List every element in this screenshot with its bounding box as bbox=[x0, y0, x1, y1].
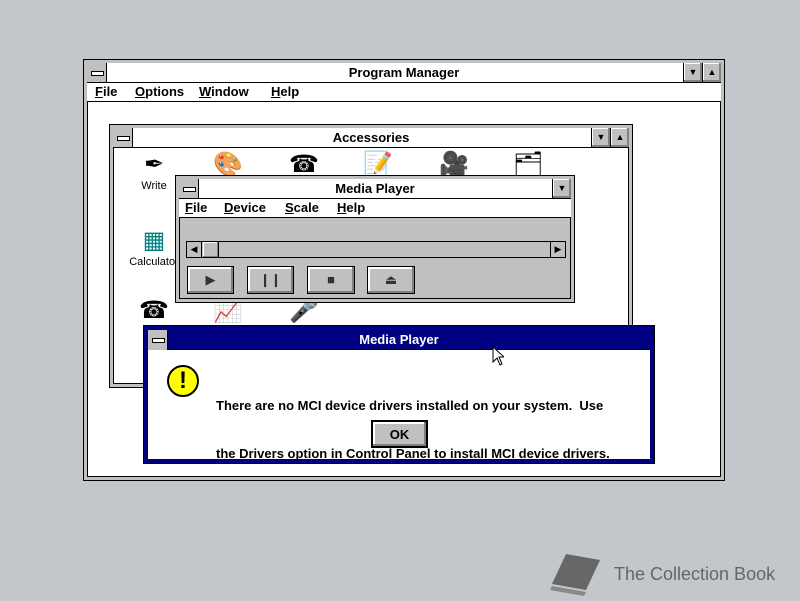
pause-button[interactable]: ❙❙ bbox=[247, 266, 294, 294]
menu-file[interactable]: File bbox=[185, 199, 207, 217]
menu-scale[interactable]: Scale bbox=[285, 199, 319, 217]
dialog-titlebar[interactable]: Media Player bbox=[148, 330, 650, 350]
menu-help[interactable]: Help bbox=[271, 83, 299, 101]
play-icon: ▶ bbox=[205, 272, 216, 287]
program-manager-menubar: File Options Window Help bbox=[87, 83, 721, 102]
eject-button[interactable]: ⏏ bbox=[367, 266, 415, 294]
accessories-title: Accessories bbox=[332, 130, 410, 145]
stop-icon: ■ bbox=[327, 272, 335, 287]
mouse-cursor-icon bbox=[492, 345, 506, 369]
book-logo-icon bbox=[548, 552, 602, 601]
scroll-thumb[interactable] bbox=[203, 242, 219, 257]
icon-label: Calculator bbox=[129, 256, 179, 268]
scroll-right-arrow-icon[interactable]: ▶ bbox=[550, 242, 565, 257]
pause-icon: ❙❙ bbox=[259, 272, 282, 287]
scroll-left-arrow-icon[interactable]: ◀ bbox=[187, 242, 202, 257]
media-player-titlebar[interactable]: Media Player ▼ bbox=[179, 179, 571, 199]
message-line-2: the Drivers option in Control Panel to i… bbox=[216, 446, 610, 461]
system-menu-icon[interactable] bbox=[148, 330, 168, 350]
icon-label: Write bbox=[141, 180, 167, 192]
system-menu-icon[interactable] bbox=[179, 179, 199, 198]
menu-device[interactable]: Device bbox=[224, 199, 266, 217]
minimize-icon[interactable]: ▼ bbox=[552, 179, 571, 198]
exclamation-icon: ! bbox=[167, 365, 199, 397]
menu-options[interactable]: Options bbox=[135, 83, 184, 101]
ok-button[interactable]: OK bbox=[371, 420, 428, 448]
calculator-glyph: ▦ bbox=[142, 227, 166, 254]
watermark-text: The Collection Book bbox=[614, 564, 776, 584]
stop-button[interactable]: ■ bbox=[307, 266, 355, 294]
minimize-icon[interactable]: ▼ bbox=[591, 128, 610, 147]
write-glyph: ✒ bbox=[143, 151, 165, 178]
menu-file[interactable]: File bbox=[95, 83, 117, 101]
program-manager-title: Program Manager bbox=[348, 65, 460, 80]
minimize-icon[interactable]: ▼ bbox=[683, 63, 702, 82]
maximize-icon[interactable]: ▲ bbox=[702, 63, 721, 82]
eject-icon: ⏏ bbox=[384, 272, 398, 287]
system-menu-icon[interactable] bbox=[87, 63, 107, 82]
message-line-1: There are no MCI device drivers installe… bbox=[216, 398, 604, 413]
play-button[interactable]: ▶ bbox=[187, 266, 234, 294]
dialog-title: Media Player bbox=[359, 332, 439, 347]
system-menu-icon[interactable] bbox=[113, 128, 133, 147]
phone-glyph: ☎ bbox=[139, 297, 169, 324]
accessories-titlebar[interactable]: Accessories ▼ ▲ bbox=[113, 128, 629, 148]
media-player-window: Media Player ▼ File Device Scale Help ◀ … bbox=[175, 175, 575, 303]
program-manager-titlebar[interactable]: Program Manager ▼ ▲ bbox=[87, 63, 721, 83]
media-player-menubar: File Device Scale Help bbox=[179, 199, 571, 218]
position-scrollbar[interactable]: ◀ ▶ bbox=[186, 241, 566, 258]
menu-help[interactable]: Help bbox=[337, 199, 365, 217]
error-dialog: Media Player ! There are no MCI device d… bbox=[143, 325, 655, 464]
menu-window[interactable]: Window bbox=[199, 83, 249, 101]
maximize-icon[interactable]: ▲ bbox=[610, 128, 629, 147]
media-player-title: Media Player bbox=[335, 181, 415, 196]
